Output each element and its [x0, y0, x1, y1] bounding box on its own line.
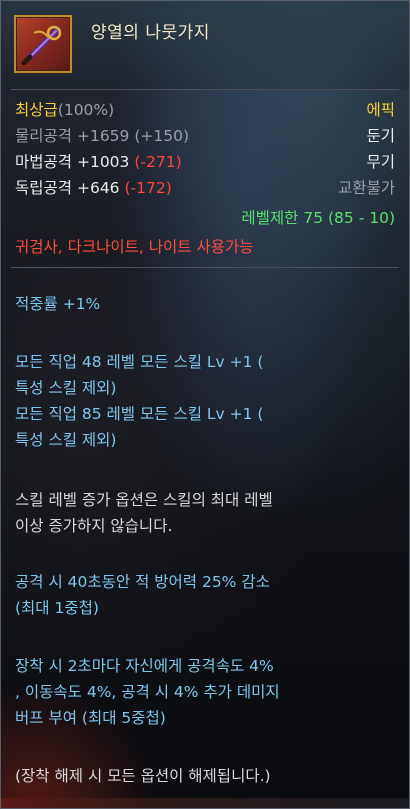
defense-line2: (최대 1중첩) — [15, 599, 99, 617]
mag-attack-value: 마법공격 +1003 — [15, 153, 130, 171]
defense-line1: 공격 시 40초동안 적 방어력 25% 감소 — [15, 573, 270, 591]
skill-85-line1: 모든 직업 85 레벨 모든 스킬 Lv +1 ( — [15, 405, 264, 423]
unequip-note: (장착 해제 시 모든 옵션이 해제됩니다.) — [15, 763, 399, 789]
divider — [11, 89, 399, 90]
grade-label: 최상급 — [15, 101, 58, 119]
hit-rate-text: 적중률 +1% — [15, 295, 101, 313]
note-line1: 스킬 레벨 증가 옵션은 스킬의 최대 레벨 — [15, 491, 273, 509]
unequip-note-text: (장착 해제 시 모든 옵션이 해제됩니다.) — [15, 767, 271, 785]
ind-attack-bonus: (-172) — [124, 179, 172, 197]
footer-decoration — [1, 798, 409, 808]
phys-attack-value: 물리공격 +1659 — [15, 127, 130, 145]
buff-option: 장착 시 2초마다 자신에게 공격속도 4% , 이동속도 4%, 공격 시 4… — [15, 653, 399, 731]
buff-line1: 장착 시 2초마다 자신에게 공격속도 4% — [15, 657, 274, 675]
classes-row: 귀검사, 다크나이트, 나이트 사용가능 — [15, 235, 395, 257]
buff-line2: , 이동속도 4%, 공격 시 4% 추가 데미지 — [15, 683, 280, 701]
item-name: 양열의 나뭇가지 — [91, 23, 210, 43]
skill-85-line2: 특성 스킬 제외) — [15, 431, 117, 449]
skill-48-line1: 모든 직업 48 레벨 모든 스킬 Lv +1 ( — [15, 353, 264, 371]
ind-attack-row: 독립공격 +646 (-172) 교환불가 — [15, 176, 395, 198]
usable-classes: 귀검사, 다크나이트, 나이트 사용가능 — [15, 238, 254, 256]
divider — [11, 267, 399, 268]
skill-option-85: 모든 직업 85 레벨 모든 스킬 Lv +1 ( 특성 스킬 제외) — [15, 401, 399, 453]
hit-rate-option: 적중률 +1% — [15, 291, 399, 317]
mag-attack-bonus: (-271) — [134, 153, 182, 171]
grade-row: 최상급(100%) 에픽 — [15, 98, 395, 120]
skill-48-line2: 특성 스킬 제외) — [15, 379, 117, 397]
defense-reduction-option: 공격 시 40초동안 적 방어력 25% 감소 (최대 1중첩) — [15, 569, 399, 621]
phys-attack-bonus: (+150) — [134, 127, 190, 145]
item-tooltip: 양열의 나뭇가지 최상급(100%) 에픽 물리공격 +1659 (+150) … — [0, 0, 410, 809]
item-type: 무기 — [366, 153, 395, 171]
rarity-label: 에픽 — [366, 101, 395, 119]
ind-attack-value: 독립공격 +646 — [15, 179, 120, 197]
phys-attack-row: 물리공격 +1659 (+150) 둔기 — [15, 124, 395, 146]
mag-attack-row: 마법공격 +1003 (-271) 무기 — [15, 150, 395, 172]
note-line2: 이상 증가하지 않습니다. — [15, 517, 173, 535]
weapon-icon — [14, 15, 72, 73]
level-req-row: 레벨제한 75 (85 - 10) — [15, 206, 395, 228]
buff-line3: 버프 부여 (최대 5중첩) — [15, 709, 166, 727]
weapon-category: 둔기 — [366, 127, 395, 145]
skill-option-48: 모든 직업 48 레벨 모든 스킬 Lv +1 ( 특성 스킬 제외) — [15, 349, 399, 401]
skill-level-note: 스킬 레벨 증가 옵션은 스킬의 최대 레벨 이상 증가하지 않습니다. — [15, 487, 399, 539]
tooltip-header: 양열의 나뭇가지 — [1, 1, 409, 89]
grade-percent: (100%) — [57, 101, 115, 119]
level-requirement: 레벨제한 75 (85 - 10) — [241, 209, 395, 227]
trade-status: 교환불가 — [337, 179, 395, 197]
